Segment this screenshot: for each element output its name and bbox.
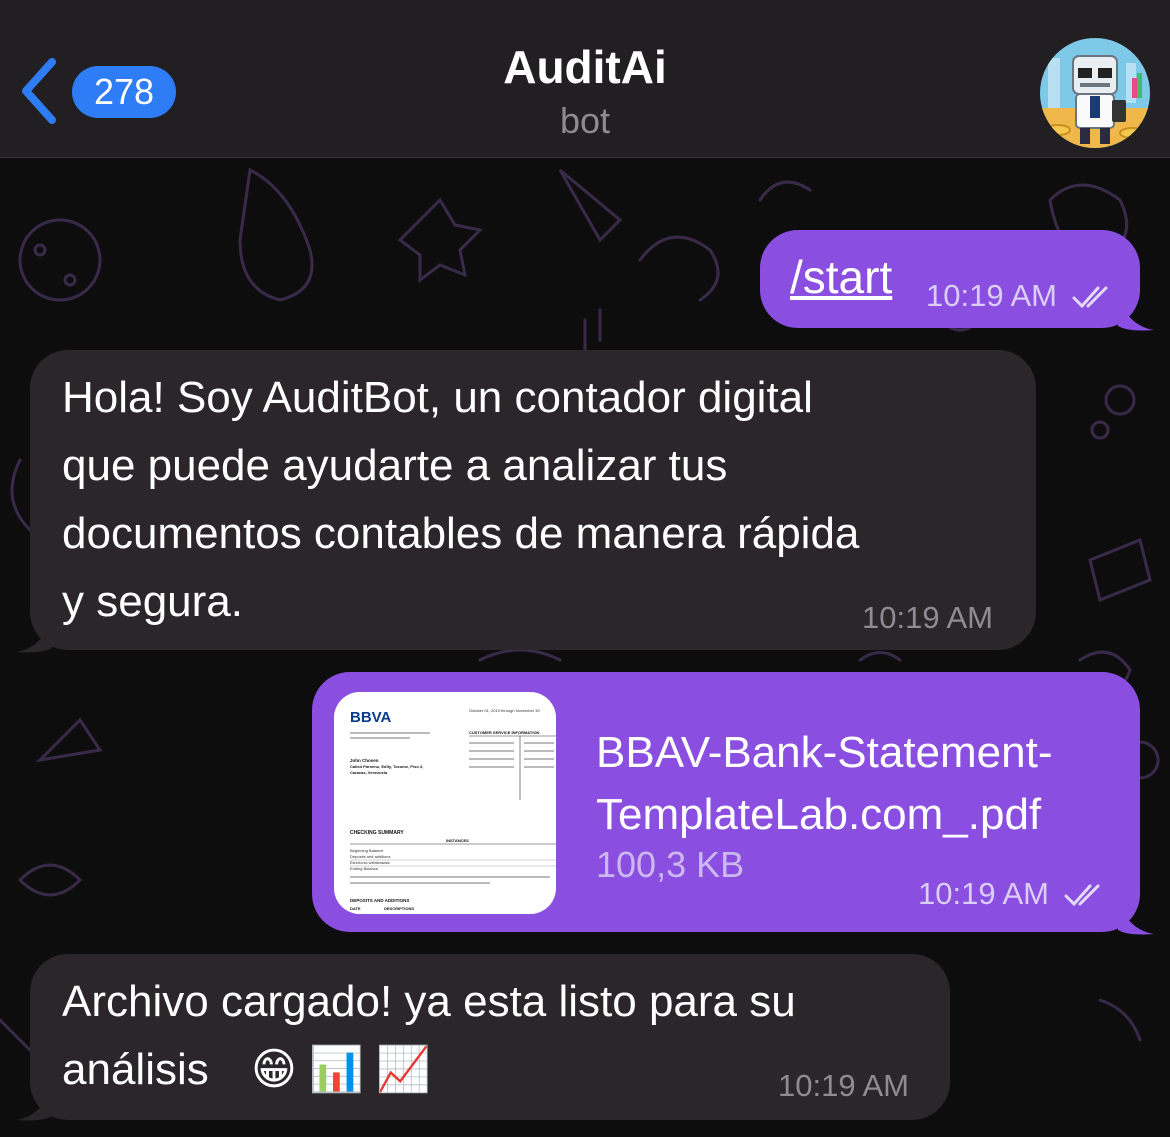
preview-address-line: Called Parnenu, Edify, Tocome, Piso 3, [350,764,423,769]
preview-row: Ending Balance [350,866,379,871]
preview-column-header: INSTANCES [446,838,469,843]
preview-row: Beginning Balance [350,848,384,853]
chat-title[interactable]: AuditAi [0,40,1170,94]
bubble-tail [16,1086,52,1121]
message-time: 10:19 AM [862,600,993,635]
preview-row: Electronic withdrawals [350,860,390,865]
message-text-line: Archivo cargado! ya esta listo para su [62,977,796,1026]
emoji-sequence: 😁 📊 📈 [250,1045,431,1094]
file-name-line: BBAV-Bank-Statement- [596,728,1053,777]
preview-account-holder: John Chosen [350,758,379,763]
message-time: 10:19 AM [926,278,1118,314]
message-time: 10:19 AM [778,1068,909,1103]
preview-column-header: DATE [350,906,361,911]
preview-brand: BBVA [350,709,392,726]
bubble-tail [16,618,52,653]
message-time: 10:19 AM [918,876,1110,912]
file-name[interactable]: BBAV-Bank-Statement- TemplateLab.com_.pd… [596,722,1126,846]
bubble-tail [1118,296,1154,331]
chat-subtitle: bot [559,100,611,141]
file-size: 100,3 KB [596,844,745,885]
preview-column-header: DESCRIPTIONS [384,906,414,911]
incoming-message-greeting[interactable]: Hola! Soy AuditBot, un contador digital … [30,350,1036,650]
incoming-message-uploaded[interactable]: Archivo cargado! ya esta listo para su a… [30,954,950,1120]
pdf-page-preview: BBVA October 01, 2019 through November 3… [334,692,556,914]
preview-row: Deposits and additions [350,854,390,859]
preview-address-line: Caracas, Venezuela [350,770,388,775]
preview-service-header: CUSTOMER SERVICE INFORMATION [469,730,540,735]
bot-avatar[interactable] [1040,38,1150,148]
double-check-icon [1064,884,1100,906]
bot-command-link[interactable]: /start [790,250,892,304]
chat-header: 278 AuditAi bot [0,0,1170,158]
double-check-icon [1072,286,1108,308]
bubble-tail [1118,900,1154,935]
robot-accountant-avatar-image [1040,38,1150,148]
outgoing-message-file[interactable]: BBVA October 01, 2019 through November 3… [312,672,1140,932]
outgoing-message-start[interactable]: /start 10:19 AM [760,230,1140,328]
preview-date-line: October 01, 2019 through November 30 [469,708,540,713]
document-preview-thumbnail[interactable]: BBVA October 01, 2019 through November 3… [334,692,556,914]
message-text-line: que puede ayudarte a analizar tus [62,441,728,490]
preview-section-title: DEPOSITS AND ADDITIONS [350,898,409,903]
message-text-line: documentos contables de manera rápida [62,509,860,558]
preview-section-title: CHECKING SUMMARY [350,830,404,836]
message-text-line: Hola! Soy AuditBot, un contador digital [62,373,813,422]
file-name-line: TemplateLab.com_.pdf [596,790,1042,839]
